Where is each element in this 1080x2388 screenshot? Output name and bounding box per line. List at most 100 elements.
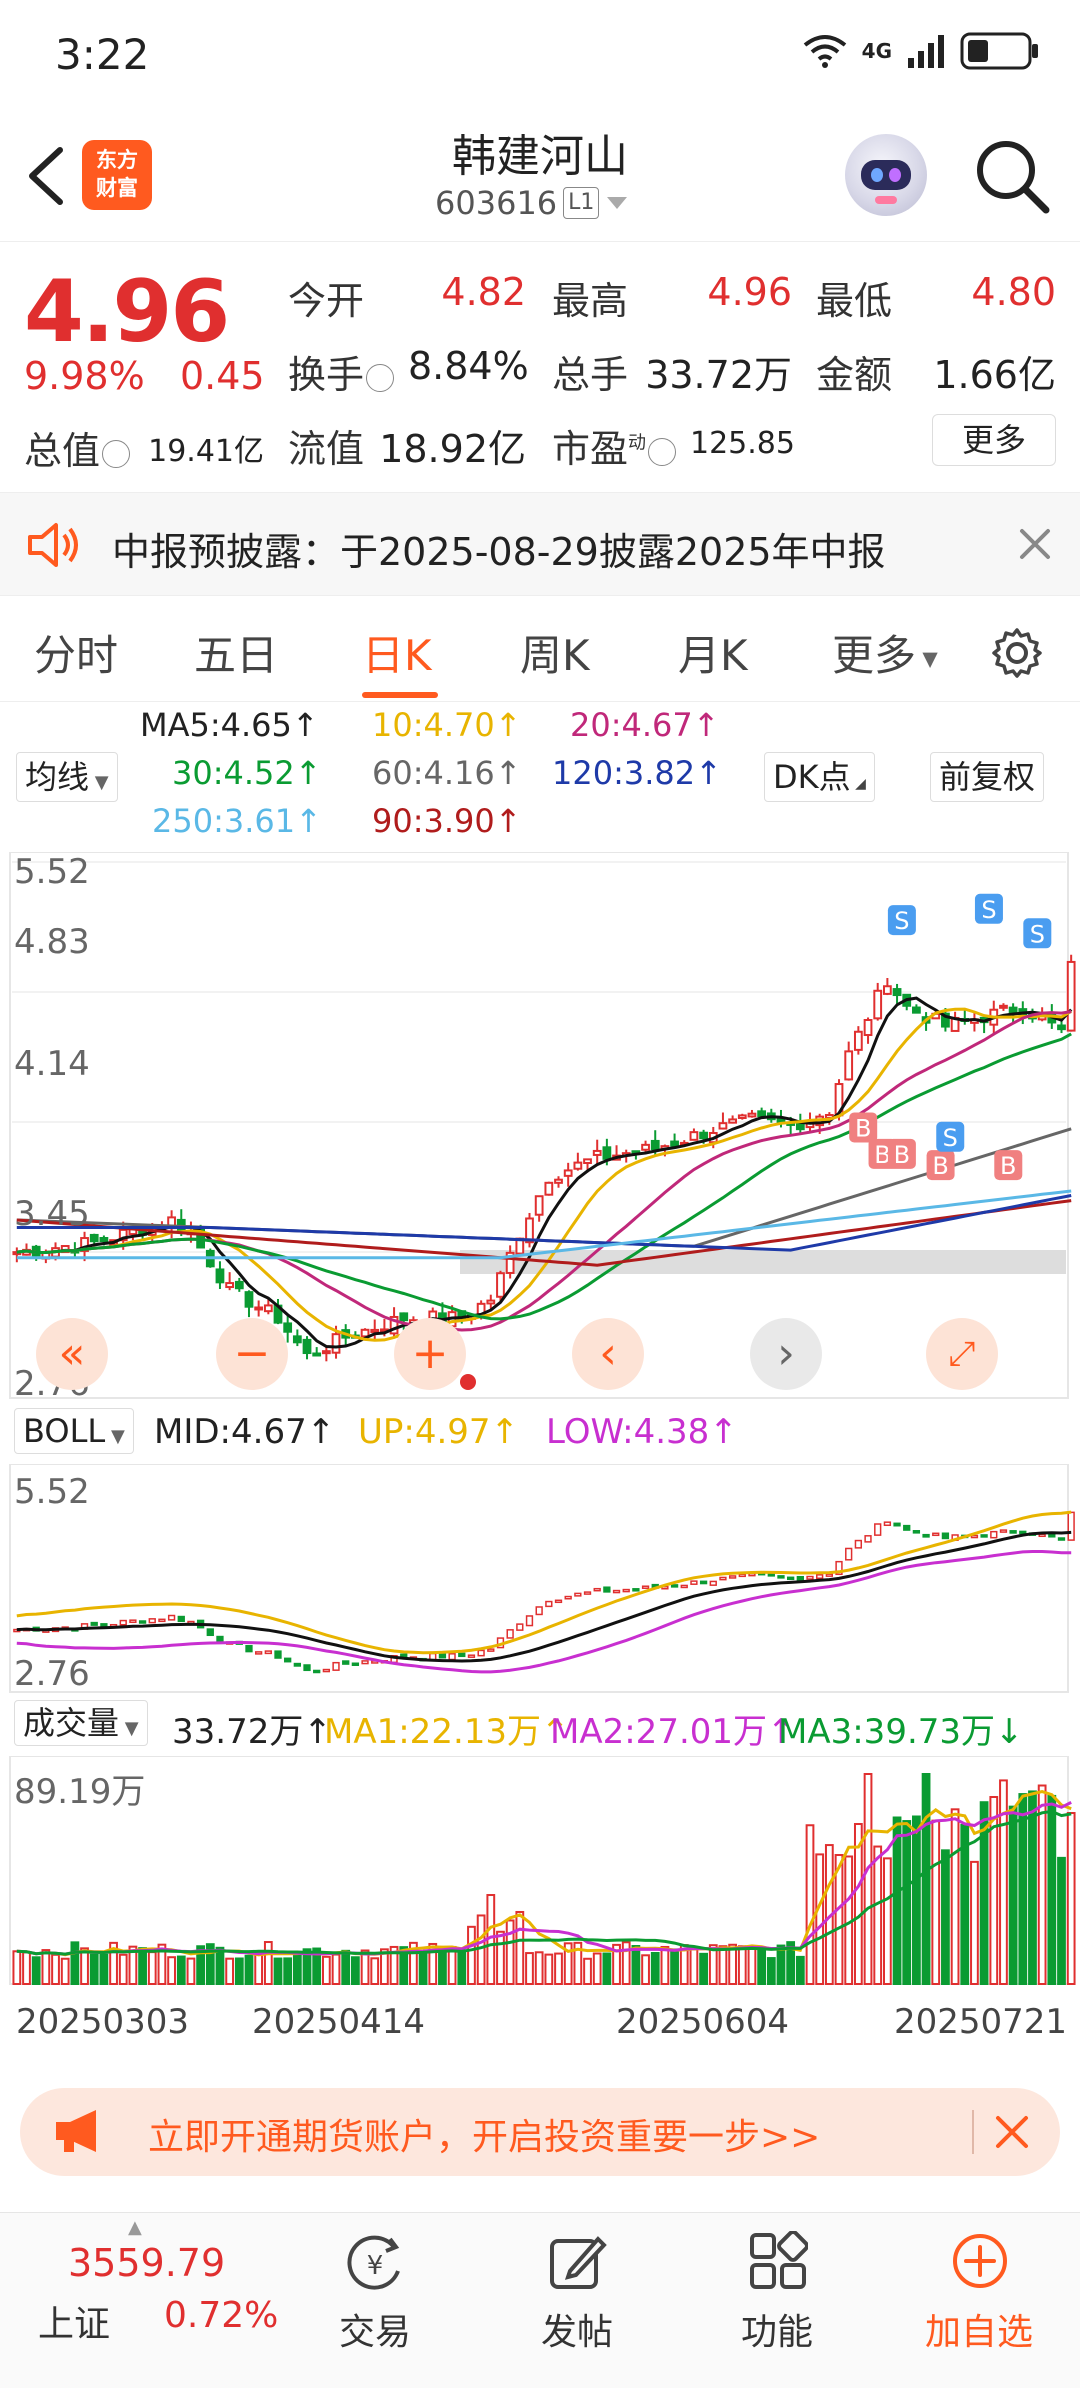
boll-candle	[699, 1580, 708, 1585]
boll-candle	[980, 1534, 988, 1538]
volume-bar	[254, 1952, 264, 1985]
info-icon[interactable]	[366, 363, 395, 392]
tab-five-day[interactable]: 五日	[194, 622, 278, 683]
ma10-line	[16, 1007, 1072, 1342]
settings-gear-icon[interactable]	[990, 626, 1044, 680]
ad-text: 立即开通期货账户，开启投资重要一步>>	[148, 2117, 821, 2158]
index-name[interactable]: 上证	[38, 2295, 110, 2347]
volume-bar	[438, 1946, 447, 1985]
axis-l2: 4.83	[14, 922, 90, 962]
volume-bar	[737, 1945, 747, 1985]
ad-banner[interactable]: 立即开通期货账户，开启投资重要一步>>	[20, 2088, 1060, 2176]
boll-selector[interactable]: BOLL ▼	[14, 1408, 134, 1454]
boll-candle	[216, 1635, 224, 1643]
floatcap-value: 18.92亿	[379, 427, 526, 471]
boll-candle	[941, 1532, 950, 1540]
tab-more[interactable]: 更多 ▼	[832, 622, 938, 683]
volume-bar	[41, 1949, 51, 1986]
boll-mid: MID:4.67↑	[154, 1412, 336, 1452]
info-icon[interactable]	[102, 439, 131, 468]
search-icon[interactable]	[972, 136, 1052, 216]
candle-body	[360, 1328, 370, 1338]
tab-daily-k[interactable]: 日K	[362, 622, 432, 683]
volume-selector[interactable]: 成交量 ▼	[14, 1700, 148, 1746]
stock-code-row[interactable]: 603616 L1	[435, 184, 629, 222]
candle-body	[534, 1195, 544, 1216]
buy-marker-label: B	[855, 1114, 871, 1142]
info-icon[interactable]	[648, 437, 677, 466]
change-percent: 9.98%	[24, 354, 145, 398]
level-badge: L1	[563, 187, 600, 219]
boll-candle	[448, 1653, 456, 1661]
low-value: 4.80	[971, 270, 1056, 314]
scroll-right-icon[interactable]: ›	[750, 1318, 822, 1390]
boll-candle	[148, 1618, 156, 1624]
zoom-in-icon[interactable]: +	[394, 1318, 466, 1390]
candle-body	[283, 1322, 293, 1333]
volume-chart[interactable]	[0, 1756, 1080, 1986]
ma20-line	[16, 1010, 1072, 1332]
volume-bar	[583, 1957, 592, 1985]
boll-candle	[922, 1533, 930, 1538]
assistant-robot-icon[interactable]	[845, 134, 927, 216]
candle-body	[215, 1268, 225, 1284]
candle-body	[302, 1338, 312, 1355]
battery-icon	[960, 32, 1038, 70]
dk-point-button[interactable]: DK点 ◢	[764, 752, 875, 802]
notice-text: 中报预披露：于2025-08-29披露2025年中报	[112, 530, 886, 574]
volume-bar	[650, 1951, 660, 1986]
fullscreen-icon[interactable]: ⤢	[926, 1318, 998, 1390]
notice-bar[interactable]: 中报预披露：于2025-08-29披露2025年中报	[0, 492, 1080, 596]
junxian-selector[interactable]: 均线 ▼	[16, 752, 118, 802]
candle-body	[563, 1169, 573, 1177]
boll-candle	[564, 1595, 572, 1600]
bottom-nav: ▲ 3559.79 上证 0.72% ¥ 交易 发帖 功能 加自选	[0, 2212, 1080, 2388]
boll-axis-top: 5.52	[14, 1472, 90, 1512]
boll-chart[interactable]	[0, 1464, 1080, 1694]
candle-body	[583, 1158, 592, 1164]
volume-bar	[882, 1857, 892, 1985]
volume-bar	[921, 1773, 931, 1985]
boll-candle	[177, 1615, 185, 1623]
scroll-left-icon[interactable]: ‹	[572, 1318, 644, 1390]
ma90-value: 90:3.90↑	[372, 802, 522, 840]
candle-body	[292, 1335, 302, 1344]
boll-candle	[342, 1660, 350, 1665]
volume-bar	[863, 1773, 873, 1985]
candle-body	[1057, 1024, 1066, 1031]
corner-triangle-icon: ◢	[850, 776, 866, 792]
boll-candle	[796, 1575, 804, 1581]
speaker-icon	[28, 523, 78, 567]
zoom-out-icon[interactable]: −	[216, 1318, 288, 1390]
chevron-down-icon	[607, 197, 628, 209]
volume-bar	[331, 1953, 341, 1986]
boll-candle	[738, 1573, 746, 1578]
adjust-mode-button[interactable]: 前复权	[930, 752, 1045, 802]
boll-candle	[583, 1591, 592, 1595]
close-icon[interactable]	[1018, 527, 1052, 561]
tab-weekly-k[interactable]: 周K	[520, 622, 590, 683]
more-quote-button[interactable]: 更多	[932, 414, 1056, 466]
close-icon[interactable]	[992, 2112, 1032, 2152]
scroll-left-fast-icon[interactable]: «	[36, 1318, 108, 1390]
tab-monthly-k[interactable]: 月K	[678, 622, 748, 683]
index-percent[interactable]: 0.72%	[164, 2295, 278, 2336]
candle-body	[486, 1299, 496, 1305]
index-value[interactable]: 3559.79	[68, 2241, 225, 2285]
candle-body	[882, 985, 892, 995]
tab-intraday[interactable]: 分时	[34, 622, 118, 683]
amount-value: 1.66亿	[933, 353, 1056, 397]
volume-bar	[1018, 1793, 1028, 1986]
candle-body	[263, 1304, 273, 1313]
candle-body	[699, 1131, 708, 1140]
volume-bar	[457, 1950, 467, 1985]
volume-current: 33.72万↑	[172, 1712, 332, 1752]
candle-body	[234, 1280, 244, 1290]
mktcap-label-text: 总值	[24, 429, 101, 473]
volume-bar	[912, 1815, 921, 1985]
kline-chart[interactable]: BB B B BSSSS	[0, 852, 1080, 1400]
volume-bar	[718, 1945, 728, 1985]
wifi-icon	[803, 35, 846, 68]
boll-candle	[313, 1669, 321, 1674]
boll-candle	[816, 1574, 824, 1580]
